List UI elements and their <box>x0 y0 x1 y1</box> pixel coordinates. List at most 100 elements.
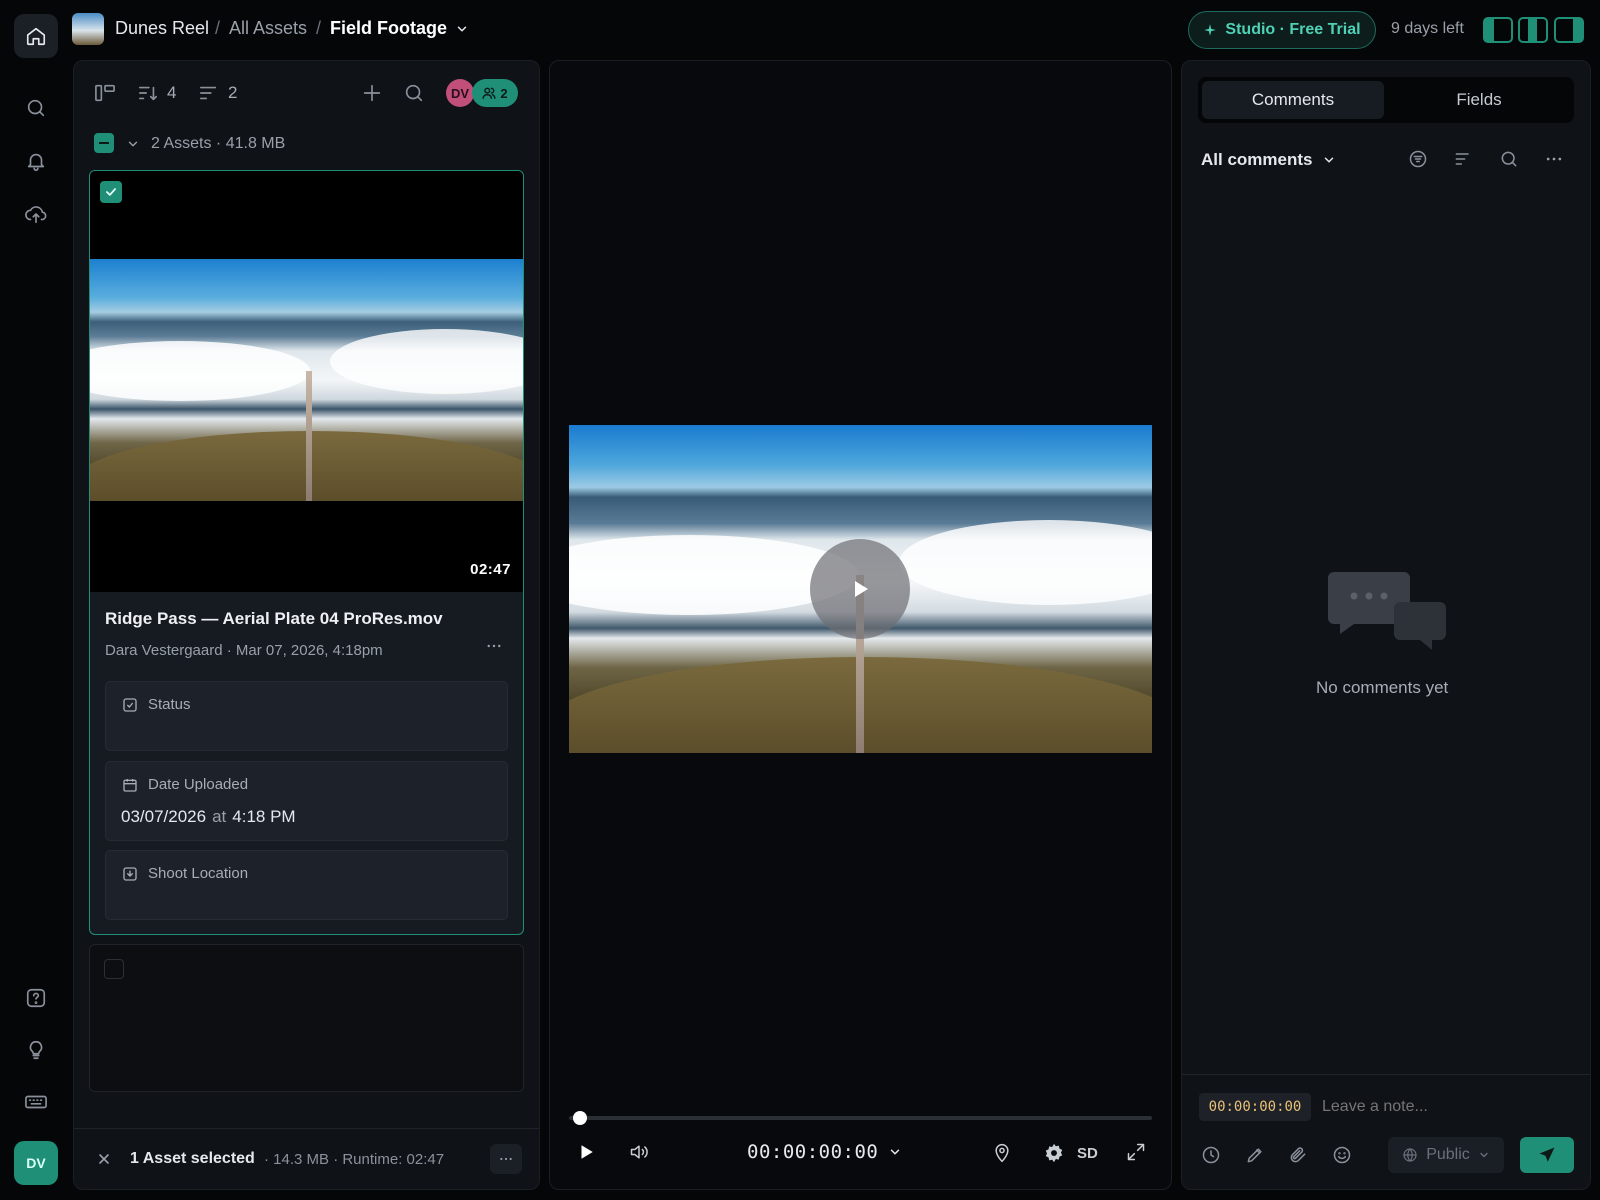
breadcrumb-current-label: Field Footage <box>330 18 447 38</box>
play-button[interactable] <box>577 1143 595 1161</box>
rail-search-button[interactable] <box>14 86 58 130</box>
collaborator-avatar[interactable]: DV <box>446 79 474 107</box>
volume-button[interactable] <box>628 1142 650 1162</box>
comments-more-button[interactable] <box>1544 149 1564 169</box>
upload-cloud-icon <box>25 206 47 224</box>
comments-sort-button[interactable] <box>1453 149 1473 169</box>
filter-button[interactable]: 2 <box>198 83 237 103</box>
asset-select-checkbox[interactable] <box>100 181 122 203</box>
trial-days-left: 9 days left <box>1391 20 1464 37</box>
field-date-uploaded[interactable]: Date Uploaded 03/07/2026 at 4:18 PM <box>105 761 508 841</box>
sort-button[interactable]: 4 <box>137 83 176 103</box>
breadcrumb-project[interactable]: Dunes Reel <box>115 18 209 39</box>
time-value: 4:18 PM <box>232 807 296 826</box>
composer-divider <box>1182 1074 1590 1075</box>
rail-shortcuts-button[interactable] <box>14 1080 58 1124</box>
clear-selection-button[interactable] <box>96 1151 112 1167</box>
asset-thumbnail[interactable] <box>90 171 523 592</box>
rail-ideas-button[interactable] <box>14 1028 58 1072</box>
comments-filter-dropdown[interactable]: All comments <box>1201 150 1336 170</box>
selection-more-button[interactable] <box>490 1144 522 1174</box>
add-asset-button[interactable] <box>361 82 383 104</box>
send-comment-button[interactable] <box>1520 1137 1574 1173</box>
smile-icon <box>1333 1146 1351 1164</box>
minus-icon <box>99 142 109 144</box>
expand-icon <box>1127 1143 1145 1161</box>
rail-help-button[interactable] <box>14 976 58 1020</box>
group-collapse-toggle[interactable] <box>126 137 140 151</box>
comments-filter-button[interactable] <box>1408 149 1428 169</box>
keyboard-icon <box>25 1095 47 1109</box>
filter-circle-icon <box>1409 150 1427 168</box>
visibility-dropdown[interactable]: Public <box>1388 1137 1504 1173</box>
user-avatar[interactable]: DV <box>14 1141 58 1185</box>
quality-toggle[interactable]: SD <box>1077 1145 1098 1162</box>
collaborators-button[interactable]: 2 <box>472 79 518 107</box>
sort-lines-icon <box>1455 153 1469 165</box>
search-icon <box>405 84 423 102</box>
play-icon <box>855 581 868 597</box>
select-all-checkbox[interactable] <box>94 133 114 153</box>
timestamp-button[interactable] <box>1201 1145 1221 1165</box>
breadcrumb-current-folder[interactable]: Field Footage <box>330 18 469 39</box>
plus-icon <box>363 84 381 102</box>
breadcrumb-all-assets[interactable]: All Assets <box>229 18 307 39</box>
selection-count: 1 Asset selected <box>130 1150 255 1167</box>
asset-meta: Dara Vestergaard · Mar 07, 2026, 4:18pm <box>105 642 383 659</box>
timeline-scrubber[interactable] <box>569 1116 1152 1120</box>
field-status[interactable]: Status <box>105 681 508 751</box>
chat-bubbles-icon <box>1328 570 1446 650</box>
tab-fields[interactable]: Fields <box>1388 81 1570 119</box>
marker-button[interactable] <box>992 1142 1012 1164</box>
asset-card[interactable]: 02:47 Ridge Pass — Aerial Plate 04 ProRe… <box>89 170 524 935</box>
asset-more-button[interactable] <box>485 637 503 655</box>
free-trial-button[interactable]: Studio · Free Trial <box>1188 11 1376 49</box>
view-layout-icon <box>95 84 115 102</box>
view-toggle-button[interactable] <box>94 83 116 103</box>
assets-summary: 2 Assets · 41.8 MB <box>151 135 286 152</box>
composer-timecode: 00:00:00:00 <box>1208 1099 1302 1115</box>
comment-input[interactable] <box>1322 1093 1572 1121</box>
tab-comments[interactable]: Comments <box>1202 81 1384 119</box>
attach-button[interactable] <box>1288 1145 1308 1165</box>
paperclip-icon <box>1290 1147 1306 1163</box>
play-icon <box>581 1145 593 1159</box>
timecode-dropdown[interactable]: 00:00:00:00 <box>747 1141 902 1163</box>
comments-search-button[interactable] <box>1499 149 1519 169</box>
emoji-button[interactable] <box>1332 1145 1352 1165</box>
more-horizontal-icon <box>487 644 501 648</box>
search-icon <box>1501 151 1517 167</box>
scrubber-handle[interactable] <box>573 1111 587 1125</box>
map-pin-icon <box>995 1143 1009 1163</box>
assets-search-button[interactable] <box>403 82 425 104</box>
layout-right-panel-button[interactable] <box>1554 17 1584 43</box>
more-horizontal-icon <box>500 1157 512 1161</box>
rail-home-button[interactable] <box>14 14 58 58</box>
breadcrumb-separator: / <box>215 18 221 38</box>
rail-upload-button[interactable] <box>14 192 58 236</box>
draw-button[interactable] <box>1245 1145 1265 1165</box>
layout-center-panel-button[interactable] <box>1518 17 1548 43</box>
field-shoot-location[interactable]: Shoot Location <box>105 850 508 920</box>
rail-notifications-button[interactable] <box>14 139 58 183</box>
clock-icon <box>1202 1146 1220 1164</box>
lightbulb-icon <box>29 1040 43 1060</box>
breadcrumb-separator: / <box>316 18 322 38</box>
free-trial-label: Studio · Free Trial <box>1225 21 1361 38</box>
sort-icon <box>139 86 157 101</box>
settings-button[interactable] <box>1043 1142 1065 1164</box>
sparkle-icon <box>1204 24 1217 36</box>
composer-timecode-toggle[interactable]: 00:00:00:00 <box>1199 1093 1311 1121</box>
comments-filter-label: All comments <box>1201 150 1313 169</box>
big-play-button[interactable] <box>810 539 910 639</box>
bell-icon <box>27 153 45 171</box>
fullscreen-button[interactable] <box>1126 1142 1146 1162</box>
asset-title[interactable]: Ridge Pass — Aerial Plate 04 ProRes.mov <box>105 609 443 629</box>
tower-shape <box>306 371 312 501</box>
users-icon <box>482 87 496 99</box>
project-thumbnail[interactable] <box>72 13 104 45</box>
calendar-icon <box>123 779 137 792</box>
asset-card-placeholder[interactable] <box>89 944 524 1092</box>
layout-left-panel-button[interactable] <box>1483 17 1513 43</box>
asset-select-checkbox[interactable] <box>104 959 124 979</box>
